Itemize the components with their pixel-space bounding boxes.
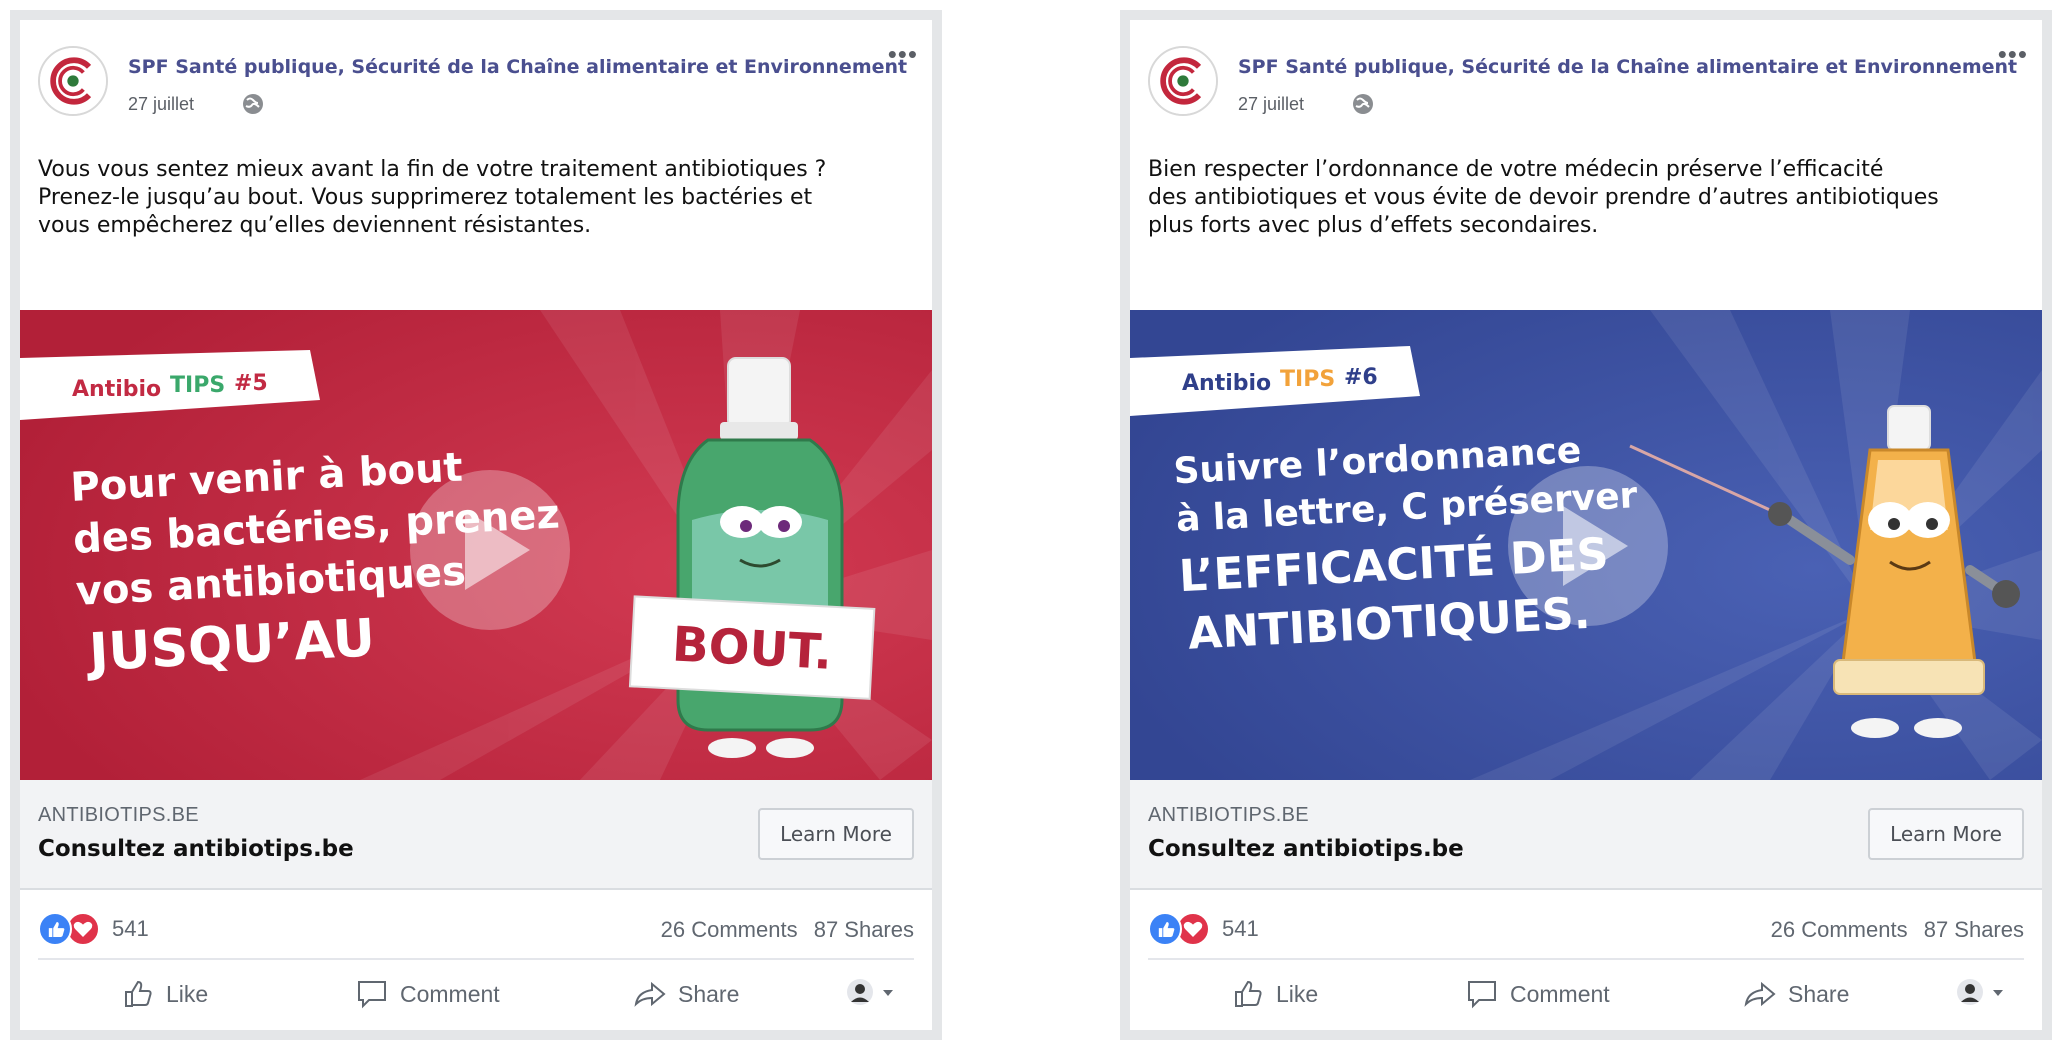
share-label: Share xyxy=(1788,980,1850,1007)
more-options-icon[interactable]: ••• xyxy=(888,41,918,67)
page-logo xyxy=(1150,48,1216,114)
post-text-line: des antibiotiques et vous évite de devoi… xyxy=(1148,185,1939,210)
page-avatar[interactable] xyxy=(38,46,108,116)
link-title[interactable]: Consultez antibiotips.be xyxy=(1148,836,1464,862)
like-label: Like xyxy=(166,980,209,1007)
thumbs-up-icon xyxy=(38,912,72,946)
comments-count[interactable]: 26 Comments xyxy=(661,917,798,942)
comments-count[interactable]: 26 Comments xyxy=(1771,917,1908,942)
thumbs-up-icon xyxy=(1235,980,1262,1007)
reaction-count: 541 xyxy=(112,916,149,941)
learn-more-button[interactable]: Learn More xyxy=(758,808,914,860)
post-text-line: Prenez-le jusqu’au bout. Vous supprimere… xyxy=(38,185,813,210)
reactions-summary[interactable]: 541 xyxy=(38,912,149,946)
more-options-icon[interactable]: ••• xyxy=(1998,41,2028,67)
share-arrow-icon xyxy=(634,981,666,1007)
post-date[interactable]: 27 juillet xyxy=(128,94,194,115)
page-avatar[interactable] xyxy=(1148,46,1218,116)
post-meta: 27 juillet xyxy=(1238,92,1375,116)
antibiotips-tag-number: #5 xyxy=(234,371,268,396)
post-actions: Like Comment Share xyxy=(38,964,914,1030)
share-arrow-icon xyxy=(1744,981,1776,1007)
page-name[interactable]: SPF Santé publique, Sécurité de la Chaîn… xyxy=(128,56,907,78)
comment-label: Comment xyxy=(400,980,500,1007)
engagement-counts: 26 Comments 87 Shares xyxy=(661,917,914,943)
like-button[interactable]: Like xyxy=(122,978,208,1010)
shares-count[interactable]: 87 Shares xyxy=(814,917,914,942)
link-preview[interactable]: ANTIBIOTIPS.BE Consultez antibiotips.be … xyxy=(1130,780,2042,890)
facebook-post: SPF Santé publique, Sécurité de la Chaîn… xyxy=(1120,10,2052,1040)
post-actions: Like Comment Share xyxy=(1148,964,2024,1030)
link-title[interactable]: Consultez antibiotips.be xyxy=(38,836,354,862)
comment-button[interactable]: Comment xyxy=(1466,978,1610,1010)
reaction-count: 541 xyxy=(1222,916,1259,941)
engagement-counts: 26 Comments 87 Shares xyxy=(1771,917,2024,943)
post-as-selector[interactable] xyxy=(846,978,896,1006)
like-label: Like xyxy=(1276,980,1319,1007)
globe-icon xyxy=(241,92,265,116)
post-text-line: Bien respecter l’ordonnance de votre méd… xyxy=(1148,157,1884,182)
share-button[interactable]: Share xyxy=(1744,978,1849,1010)
antibiotips-tag-prefix: Antibio xyxy=(1182,371,1271,396)
post-text-line: plus forts avec plus d’effets secondaire… xyxy=(1148,213,1599,238)
like-button[interactable]: Like xyxy=(1232,978,1318,1010)
link-domain: ANTIBIOTIPS.BE xyxy=(38,804,199,826)
post-header: SPF Santé publique, Sécurité de la Chaîn… xyxy=(1130,20,2042,130)
share-label: Share xyxy=(678,980,740,1007)
post-stats: 541 26 Comments 87 Shares xyxy=(1148,900,2024,960)
page-logo xyxy=(40,48,106,114)
thumbs-up-icon xyxy=(125,980,152,1007)
thumbs-up-icon xyxy=(1148,912,1182,946)
shares-count[interactable]: 87 Shares xyxy=(1924,917,2024,942)
comment-bubble-icon xyxy=(1468,981,1496,1009)
play-icon[interactable] xyxy=(410,470,570,630)
share-button[interactable]: Share xyxy=(634,978,739,1010)
facebook-post: SPF Santé publique, Sécurité de la Chaîn… xyxy=(10,10,942,1040)
person-icon xyxy=(847,979,873,1005)
antibiotips-tag-prefix: Antibio xyxy=(72,377,161,402)
post-stats: 541 26 Comments 87 Shares xyxy=(38,900,914,960)
post-header: SPF Santé publique, Sécurité de la Chaîn… xyxy=(20,20,932,130)
play-icon[interactable] xyxy=(1508,466,1668,626)
chevron-down-icon xyxy=(883,990,893,996)
antibiotips-tag-tips: TIPS xyxy=(1280,367,1335,392)
reactions-summary[interactable]: 541 xyxy=(1148,912,1259,946)
video-thumbnail[interactable]: Antibio TIPS #6 Suivre l’ordonnance à la… xyxy=(1130,310,2042,780)
link-domain: ANTIBIOTIPS.BE xyxy=(1148,804,1309,826)
video-thumbnail[interactable]: Antibio TIPS #5 Pour venir à bout des ba… xyxy=(20,310,932,780)
post-text-line: Vous vous sentez mieux avant la fin de v… xyxy=(38,157,827,182)
person-icon xyxy=(1957,979,1983,1005)
page-name[interactable]: SPF Santé publique, Sécurité de la Chaîn… xyxy=(1238,56,2017,78)
comment-label: Comment xyxy=(1510,980,1610,1007)
comment-button[interactable]: Comment xyxy=(356,978,500,1010)
post-text: Bien respecter l’ordonnance de votre méd… xyxy=(1148,156,2028,240)
antibiotips-tag-number: #6 xyxy=(1344,365,1378,390)
post-as-selector[interactable] xyxy=(1956,978,2006,1006)
antibiotips-tag-tips: TIPS xyxy=(170,373,225,398)
post-text: Vous vous sentez mieux avant la fin de v… xyxy=(38,156,918,240)
comment-bubble-icon xyxy=(358,981,386,1009)
post-date[interactable]: 27 juillet xyxy=(1238,94,1304,115)
globe-icon xyxy=(1351,92,1375,116)
chevron-down-icon xyxy=(1993,990,2003,996)
link-preview[interactable]: ANTIBIOTIPS.BE Consultez antibiotips.be … xyxy=(20,780,932,890)
sign-text: BOUT. xyxy=(671,616,834,680)
post-text-line: vous empêcherez qu’elles deviennent rési… xyxy=(38,213,592,238)
learn-more-button[interactable]: Learn More xyxy=(1868,808,2024,860)
post-meta: 27 juillet xyxy=(128,92,265,116)
